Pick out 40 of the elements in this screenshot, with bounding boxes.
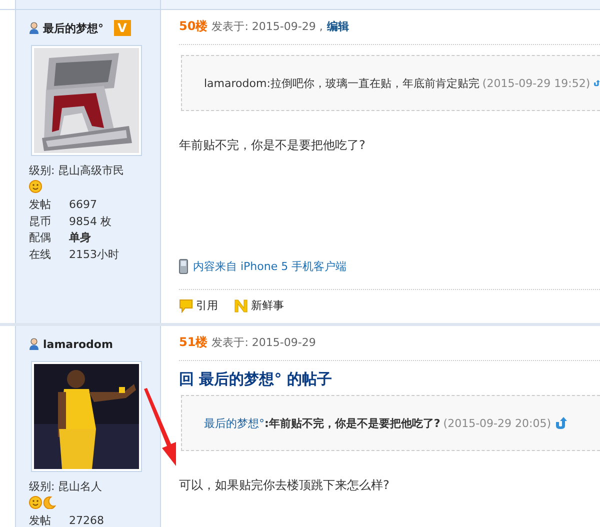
stat-value: 27268 — [69, 513, 104, 527]
stat-value: 单身 — [69, 230, 91, 246]
post-date: 发表于: 2015-09-29 , — [212, 19, 323, 34]
quote-time: (2015-09-29 19:52) — [482, 76, 590, 90]
smiley-icon — [29, 180, 42, 193]
user-icon — [29, 22, 39, 34]
user-icon — [29, 338, 39, 350]
stat-value: 2153小时 — [69, 246, 119, 262]
post-body: 年前贴不完，你是不是要把他吃了? — [179, 137, 366, 154]
quote-author-link[interactable]: 最后的梦想° — [204, 416, 264, 430]
source-link[interactable]: 内容来自 iPhone 5 手机客户端 — [179, 259, 347, 274]
stat-label: 昆币 — [29, 214, 52, 230]
vip-badge: V — [114, 20, 131, 36]
quote-time: (2015-09-29 20:05) — [443, 416, 551, 430]
letter-n-icon — [234, 298, 248, 312]
post-body: 可以，如果贴完你去楼顶跳下来怎么样? — [179, 477, 390, 494]
stat-label: 配偶 — [29, 230, 52, 246]
smiley-icon — [29, 496, 42, 509]
floor-number: 51楼 — [179, 334, 208, 351]
stat-label: 在线 — [29, 246, 52, 262]
quote-text: :年前贴不完，你是不是要把他吃了? — [264, 416, 440, 430]
user-level: 级别: 昆山名人 — [29, 480, 104, 494]
stat-label: 发帖 — [29, 197, 52, 213]
stat-value: 6697 — [69, 197, 97, 213]
quote-button[interactable]: 引用 — [179, 298, 218, 313]
post-date: 发表于: 2015-09-29 — [212, 335, 316, 350]
speech-bubble-icon — [179, 298, 193, 312]
user-level: 级别: 昆山高级市民 — [29, 164, 126, 178]
stat-value: 9854 枚 — [69, 214, 112, 230]
stat-label: 发帖 — [29, 513, 52, 527]
phone-icon — [179, 259, 188, 274]
moon-icon — [43, 496, 56, 509]
up-arrow-icon[interactable] — [554, 416, 567, 430]
edit-link[interactable]: 编辑 — [326, 19, 349, 34]
quote-text: lamarodom:拉倒吧你，玻璃一直在贴，年底前肯定贴完 — [204, 76, 480, 90]
post-title: 回 最后的梦想° 的帖子 — [179, 370, 333, 389]
news-button[interactable]: 新鲜事 — [234, 298, 284, 313]
username[interactable]: lamarodom — [43, 338, 113, 350]
username[interactable]: 最后的梦想° — [43, 20, 104, 36]
floor-number: 50楼 — [179, 18, 208, 35]
